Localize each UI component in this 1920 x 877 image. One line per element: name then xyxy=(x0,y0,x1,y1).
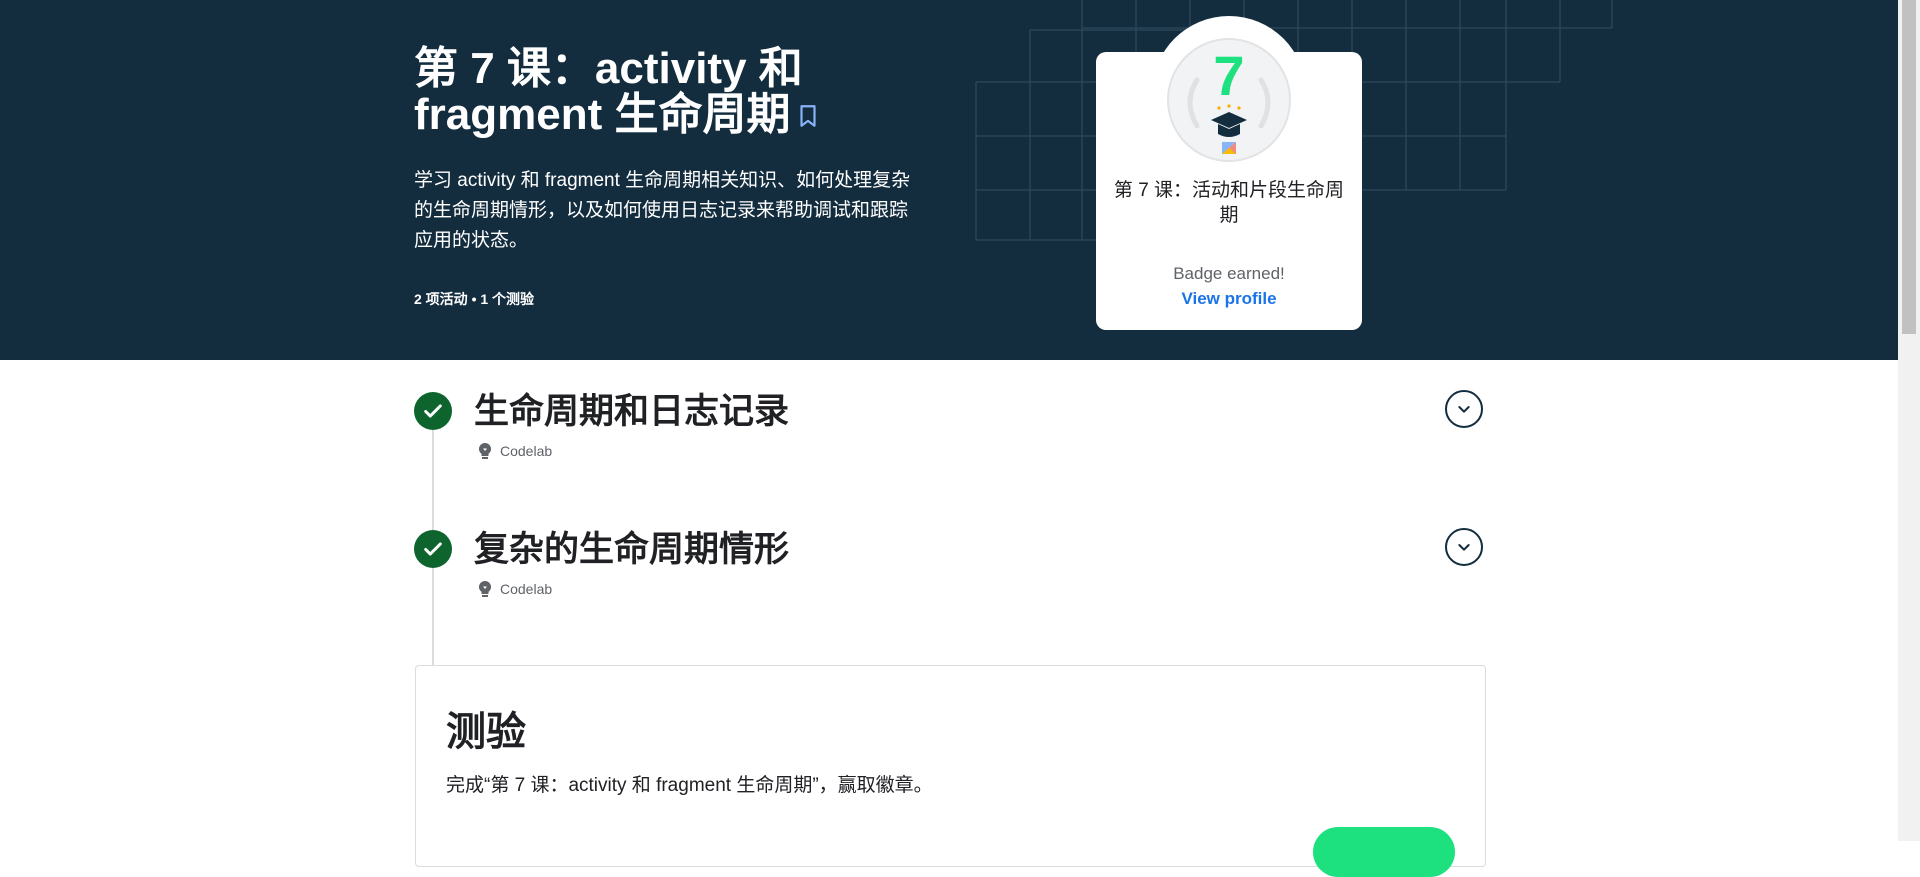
activity-title[interactable]: 复杂的生命周期情形 xyxy=(474,530,789,570)
activity-type: Codelab xyxy=(478,442,552,460)
quiz-card: 测验 完成“第 7 课：activity 和 fragment 生命周期”，赢取… xyxy=(415,665,1486,877)
lightbulb-icon xyxy=(478,580,492,597)
graduation-cap-icon xyxy=(1211,104,1247,154)
start-quiz-button[interactable] xyxy=(1313,827,1455,877)
expand-button[interactable] xyxy=(1445,528,1483,566)
activity-title[interactable]: 生命周期和日志记录 xyxy=(474,392,789,432)
expand-button[interactable] xyxy=(1445,390,1483,428)
decorative-grid xyxy=(975,0,1613,241)
badge-title: 第 7 课：活动和片段生命周期 xyxy=(1113,180,1345,226)
activity-type: Codelab xyxy=(478,580,552,598)
lightbulb-icon xyxy=(478,442,492,459)
activity-type-label: Codelab xyxy=(500,443,553,459)
check-circle-icon xyxy=(414,530,452,568)
lesson-description: 学习 activity 和 fragment 生命周期相关知识、如何处理复杂的生… xyxy=(414,170,911,251)
badge-status: Badge earned! xyxy=(1173,264,1285,283)
bookmark-icon[interactable] xyxy=(795,103,821,129)
view-profile-link[interactable]: View profile xyxy=(1096,289,1362,309)
chevron-down-icon xyxy=(1458,544,1470,551)
activity-type-label: Codelab xyxy=(500,581,553,597)
scrollbar[interactable] xyxy=(1898,0,1920,841)
scrollbar-thumb[interactable] xyxy=(1902,0,1916,334)
badge-medal: 7 xyxy=(1167,38,1291,162)
badge-number: 7 xyxy=(1213,44,1245,107)
quiz-description: 完成“第 7 课：activity 和 fragment 生命周期”，赢取徽章。 xyxy=(446,775,933,796)
chevron-down-icon xyxy=(1458,406,1470,413)
check-circle-icon xyxy=(414,392,452,430)
lesson-header: 第 7 课：activity 和 fragment 生命周期 学习 activi… xyxy=(0,0,1898,360)
quiz-title: 测验 xyxy=(446,710,526,754)
lesson-title: 第 7 课：activity 和 fragment 生命周期 xyxy=(414,44,803,139)
lesson-meta: 2 项活动 • 1 个测验 xyxy=(414,291,535,307)
